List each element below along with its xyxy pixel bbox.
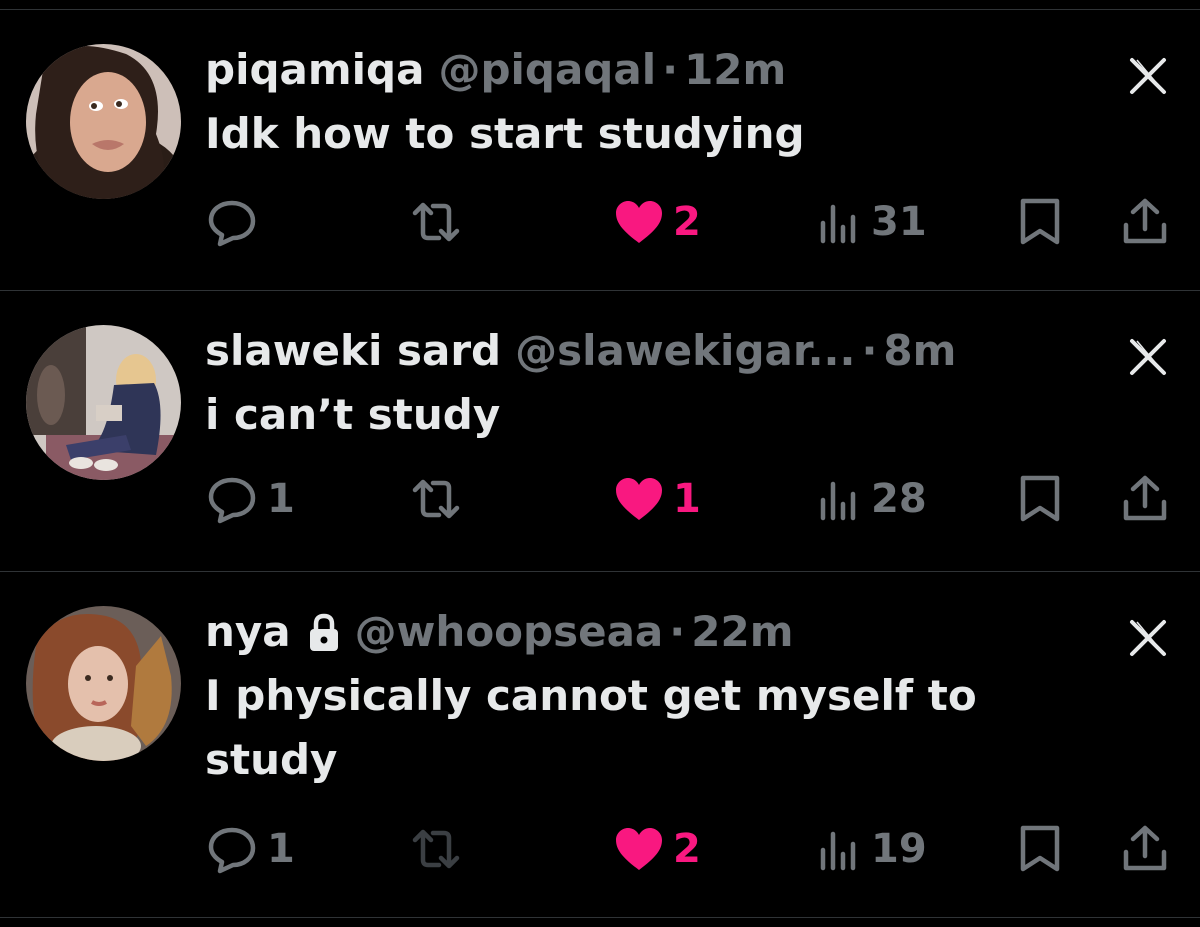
- heart-filled-icon: [613, 824, 665, 874]
- timestamp[interactable]: 22m: [691, 606, 793, 658]
- view-count: 19: [871, 826, 927, 872]
- display-name[interactable]: piqamiqa: [205, 44, 424, 96]
- bookmark-icon: [1017, 822, 1063, 876]
- reply-feed: piqamiqa @piqaqal · 12m Idk how to start…: [0, 10, 1200, 918]
- lock-icon: [307, 613, 341, 653]
- tweet-text: I physically cannot get myself to study: [205, 671, 977, 784]
- avatar[interactable]: [26, 606, 181, 761]
- repost-button[interactable]: [407, 469, 465, 529]
- top-divider: [0, 0, 1200, 10]
- like-count: 2: [673, 826, 701, 872]
- user-handle[interactable]: @piqaqal: [438, 44, 656, 96]
- views-button[interactable]: 19: [817, 819, 927, 879]
- separator-dot: ·: [662, 45, 679, 94]
- x-close-icon[interactable]: [1126, 616, 1170, 660]
- like-button[interactable]: 2: [613, 192, 701, 252]
- tweet-header: nya @whoopseaa · 22m: [205, 606, 1105, 658]
- display-name[interactable]: slaweki sard: [205, 325, 501, 377]
- separator-dot: ·: [669, 607, 686, 656]
- bookmark-icon: [1017, 195, 1063, 249]
- like-count: 2: [673, 199, 701, 245]
- tweet-text: i can’t study: [205, 390, 501, 439]
- views-icon: [817, 197, 863, 247]
- repost-button: [407, 819, 465, 879]
- timestamp[interactable]: 8m: [883, 325, 956, 377]
- reply-button[interactable]: 1: [205, 819, 295, 879]
- tweet[interactable]: slaweki sard @slawekigar... · 8m i can’t…: [0, 291, 1200, 572]
- tweet-content: slaweki sard @slawekigar... · 8m i can’t…: [205, 325, 1105, 447]
- action-bar: 1 1 28: [205, 469, 1175, 529]
- heart-filled-icon: [613, 197, 665, 247]
- reply-icon: [205, 195, 259, 249]
- display-name[interactable]: nya: [205, 606, 291, 658]
- bookmark-button[interactable]: [1017, 469, 1063, 529]
- tweet[interactable]: piqamiqa @piqaqal · 12m Idk how to start…: [0, 10, 1200, 291]
- bookmark-button[interactable]: [1017, 819, 1063, 879]
- action-bar: 2 31: [205, 192, 1175, 252]
- like-button[interactable]: 1: [613, 469, 701, 529]
- like-count: 1: [673, 476, 701, 522]
- avatar[interactable]: [26, 325, 181, 480]
- reply-icon: [205, 822, 259, 876]
- reply-button[interactable]: [205, 192, 267, 252]
- timestamp[interactable]: 12m: [684, 44, 786, 96]
- reply-count: 1: [267, 826, 295, 872]
- views-button[interactable]: 28: [817, 469, 927, 529]
- like-button[interactable]: 2: [613, 819, 701, 879]
- repost-button[interactable]: [407, 192, 465, 252]
- reply-button[interactable]: 1: [205, 469, 295, 529]
- views-icon: [817, 474, 863, 524]
- reply-icon: [205, 472, 259, 526]
- reply-count: 1: [267, 476, 295, 522]
- share-icon: [1120, 472, 1170, 526]
- repost-icon: [407, 472, 465, 526]
- tweet-content: piqamiqa @piqaqal · 12m Idk how to start…: [205, 44, 1105, 166]
- view-count: 31: [871, 199, 927, 245]
- user-handle[interactable]: @slawekigar...: [515, 325, 855, 377]
- heart-filled-icon: [613, 474, 665, 524]
- tweet-header: piqamiqa @piqaqal · 12m: [205, 44, 1105, 96]
- x-close-icon[interactable]: [1126, 335, 1170, 379]
- avatar[interactable]: [26, 44, 181, 199]
- repost-icon-disabled: [407, 822, 465, 876]
- share-button[interactable]: [1120, 819, 1170, 879]
- view-count: 28: [871, 476, 927, 522]
- separator-dot: ·: [861, 326, 878, 375]
- share-icon: [1120, 195, 1170, 249]
- repost-icon: [407, 195, 465, 249]
- tweet-text: Idk how to start studying: [205, 109, 805, 158]
- share-button[interactable]: [1120, 469, 1170, 529]
- tweet-header: slaweki sard @slawekigar... · 8m: [205, 325, 1105, 377]
- bookmark-icon: [1017, 472, 1063, 526]
- tweet-content: nya @whoopseaa · 22m I physically cannot…: [205, 606, 1105, 792]
- share-button[interactable]: [1120, 192, 1170, 252]
- user-handle[interactable]: @whoopseaa: [355, 606, 664, 658]
- share-icon: [1120, 822, 1170, 876]
- action-bar: 1 2 19: [205, 819, 1175, 879]
- views-button[interactable]: 31: [817, 192, 927, 252]
- x-close-icon[interactable]: [1126, 54, 1170, 98]
- bookmark-button[interactable]: [1017, 192, 1063, 252]
- views-icon: [817, 824, 863, 874]
- tweet[interactable]: nya @whoopseaa · 22m I physically cannot…: [0, 572, 1200, 918]
